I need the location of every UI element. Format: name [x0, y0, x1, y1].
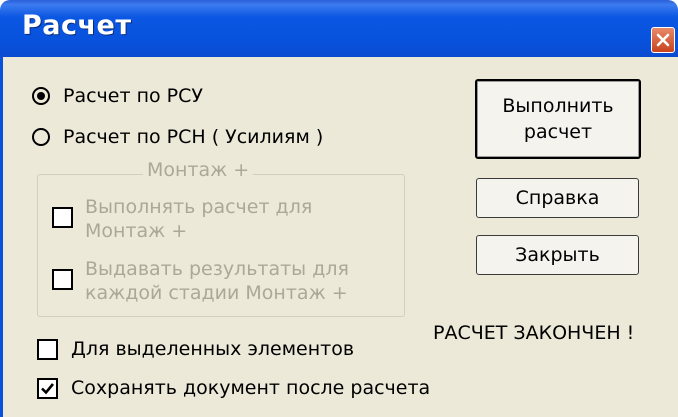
close-icon — [656, 33, 670, 47]
perform-montage-checkbox[interactable] — [52, 207, 73, 228]
title-bar[interactable]: Расчет — [0, 0, 678, 57]
save-document-checkbox[interactable] — [37, 378, 58, 399]
status-text: РАСЧЕТ ЗАКОНЧЕН ! — [433, 322, 635, 344]
perform-montage-label-line2: Монтаж + — [85, 220, 188, 242]
selected-elements-label[interactable]: Для выделенных элементов — [71, 338, 354, 360]
help-button[interactable]: Справка — [476, 178, 639, 218]
run-label-line2: расчет — [523, 121, 593, 143]
checkmark-icon — [41, 383, 55, 395]
selected-elements-checkbox[interactable] — [37, 339, 58, 360]
perform-montage-label-line1: Выполнять расчет для — [85, 196, 313, 218]
output-each-stage-checkbox[interactable] — [52, 269, 73, 290]
run-calculation-button-text: Выполнить расчет — [502, 93, 613, 145]
output-each-stage-label-line2: каждой стадии Монтаж + — [85, 282, 348, 304]
dialog-body: Расчет по РСУ Расчет по РСН ( Усилиям ) … — [0, 57, 678, 417]
radio-rsn[interactable] — [32, 128, 50, 146]
radio-selected-dot — [37, 92, 45, 100]
run-label-line1: Выполнить — [502, 95, 614, 117]
close-button[interactable]: Закрыть — [476, 235, 639, 275]
radio-rsu[interactable] — [32, 87, 50, 105]
save-document-label[interactable]: Сохранять документ после расчета — [71, 377, 430, 399]
radio-rsn-label[interactable]: Расчет по РСН ( Усилиям ) — [63, 126, 323, 148]
montage-group-label: Монтаж + — [143, 159, 254, 181]
close-window-button[interactable] — [651, 27, 675, 53]
calculation-dialog: Расчет Расчет по РСУ Расчет по РСН ( Уси… — [0, 0, 678, 417]
radio-rsu-label[interactable]: Расчет по РСУ — [63, 85, 203, 107]
run-calculation-button[interactable]: Выполнить расчет — [475, 79, 641, 159]
output-each-stage-label-line1: Выдавать результаты для — [85, 258, 349, 280]
window-title: Расчет — [22, 10, 132, 41]
